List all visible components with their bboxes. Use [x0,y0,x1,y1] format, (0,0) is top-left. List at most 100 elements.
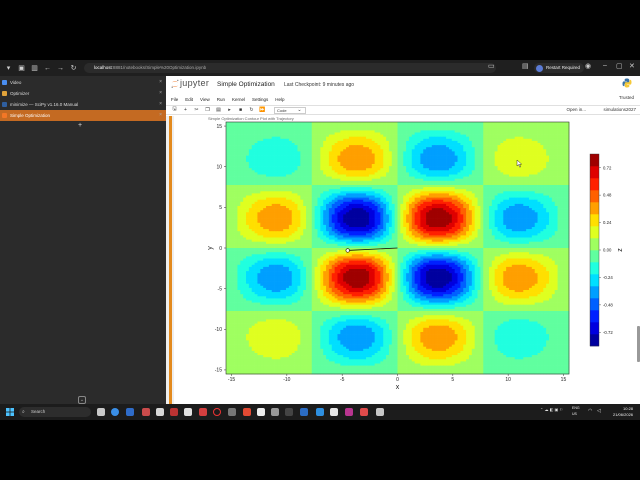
tab-simple-optimization[interactable]: Simple Optimization × [0,110,166,121]
contour-cell [366,153,370,156]
menu-edit[interactable]: Edit [185,97,193,102]
contour-cell [471,136,476,140]
contour-cell [431,193,436,196]
maximize-icon[interactable]: ▢ [616,62,623,70]
collapse-icon[interactable]: ⌄ [78,396,86,404]
run-icon[interactable]: ▸ [224,107,235,113]
contour-cell [243,130,247,133]
contour-cell [417,168,421,171]
forward-icon[interactable]: → [56,64,65,73]
menu-run[interactable]: Run [217,97,225,102]
close-tab-icon[interactable]: × [159,99,162,110]
notebook-title[interactable]: Simple Optimization [217,81,275,88]
contour-cell [303,180,307,184]
tab-optimizer[interactable]: Optimizer × [0,88,166,99]
contour-cell [531,149,536,152]
sidebar-toggle-icon[interactable]: ▥ [30,64,39,73]
menu-kernel[interactable]: Kernel [232,97,245,102]
screenshot-icon[interactable]: ▭ [488,62,495,70]
contour-cell [374,180,378,184]
contour-cell [508,197,513,201]
minimize-icon[interactable]: – [603,62,607,69]
contour-cell [263,124,267,127]
contour-cell [537,136,541,140]
copy-icon[interactable]: ❐ [202,107,213,113]
contour-cell [377,157,381,161]
contour-cell [514,122,518,125]
contour-cell [263,153,267,156]
contour-cell [257,182,261,186]
cut-icon[interactable]: ✂ [191,107,202,113]
contour-cell [366,174,370,177]
restart-run-all-icon[interactable]: ⏩ [257,107,268,113]
contour-cell [254,145,258,148]
close-tab-icon[interactable]: × [159,88,162,99]
save-icon[interactable]: 🖫 [169,106,180,114]
contour-cell [263,201,267,205]
menu-file[interactable]: File [171,97,178,102]
close-tab-icon[interactable]: × [159,110,162,121]
contour-cell [326,172,330,175]
tab-scipy-manual[interactable]: minimize — SciPy v1.16.0 Manual × [0,99,166,110]
contour-cell [414,124,418,127]
tab-video[interactable]: Video × [0,77,166,88]
contour-cell [257,189,261,192]
contour-cell [268,161,273,165]
contour-cell [531,161,536,165]
extensions-icon[interactable]: ▤ [522,62,529,70]
chevron-down-icon[interactable]: ⌄ [294,107,305,113]
paste-icon[interactable]: ▤ [213,107,224,113]
contour-cell [431,124,436,127]
contour-cell [388,189,393,192]
contour-cell [426,138,430,142]
kernel-status[interactable]: simulations2027 [603,107,636,112]
trusted-badge[interactable]: Trusted [619,95,634,100]
browser-menu-icon[interactable]: ▾ [4,64,13,73]
contour-cell [537,159,541,163]
stop-icon[interactable]: ■ [235,107,246,113]
contour-cell [403,178,407,182]
new-tab-icon[interactable]: + [78,122,82,129]
contour-cell [283,174,287,177]
reload-icon[interactable]: ↻ [69,64,78,73]
insert-cell-icon[interactable]: + [180,107,191,113]
close-window-icon[interactable]: ✕ [629,62,635,70]
contour-cell [488,182,493,186]
contour-cell [394,136,398,140]
contour-cell [400,130,404,133]
contour-cell [451,122,456,125]
contour-cell [557,185,561,188]
contour-cell [351,203,355,207]
back-icon[interactable]: ← [43,64,52,73]
contour-cell [260,161,264,165]
menu-help[interactable]: Help [275,97,284,102]
contour-cell [286,180,290,184]
contour-cell [326,199,330,203]
contour-cell [508,199,513,203]
close-tab-icon[interactable]: × [159,77,162,88]
contour-cell [234,126,238,129]
tab-grid-icon[interactable]: ▣ [17,64,26,73]
jupyter-logo-text[interactable]: jupyter [180,78,209,88]
profile-button[interactable]: Restart Required [534,63,585,73]
open-in-button[interactable]: Open in... [566,107,586,112]
contour-cell [386,203,390,207]
contour-cell [400,166,404,169]
address-bar[interactable]: localhost:8881/notebooks/Simple%20Optimi… [84,63,496,73]
contour-cell [526,197,530,201]
contour-cell [440,193,444,196]
contour-cell [386,172,390,175]
contour-cell [508,170,513,173]
contour-cell [363,151,367,154]
account-icon[interactable]: ◉ [585,62,591,70]
restart-icon[interactable]: ↻ [246,107,257,113]
contour-cell [517,180,521,184]
menu-view[interactable]: View [200,97,210,102]
contour-cell [286,206,290,209]
contour-cell [511,185,516,188]
contour-cell [237,164,241,167]
menu-settings[interactable]: Settings [252,97,268,102]
contour-cell [414,164,418,167]
contour-cell [468,180,473,184]
contour-cell [268,180,273,184]
